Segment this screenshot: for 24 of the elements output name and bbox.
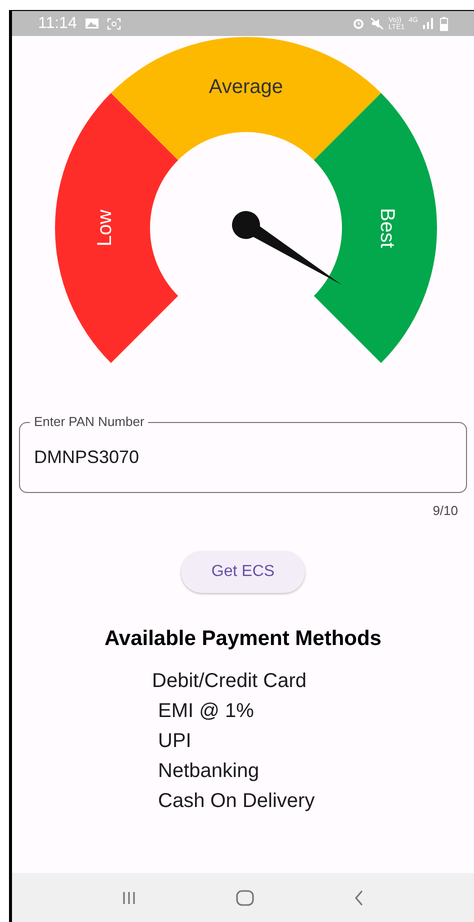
recent-apps-icon[interactable] bbox=[122, 890, 136, 904]
payment-method: EMI @ 1% bbox=[158, 699, 254, 724]
screen-record-icon bbox=[106, 18, 121, 30]
home-icon[interactable] bbox=[236, 890, 254, 906]
gauge-label: Best bbox=[376, 208, 398, 248]
alarm-icon bbox=[352, 17, 366, 30]
get-ecs-button[interactable]: Get ECS bbox=[181, 550, 305, 592]
signal-icon bbox=[422, 18, 434, 29]
gauge-label: Average bbox=[208, 76, 284, 98]
image-icon bbox=[84, 18, 99, 29]
field-label: Enter PAN Number bbox=[33, 414, 146, 430]
payment-method: Netbanking bbox=[158, 759, 260, 784]
status-time: 11:14 bbox=[38, 16, 77, 32]
field-value: DMNPS3070 bbox=[34, 446, 140, 468]
mute-icon bbox=[370, 17, 384, 30]
payment-method: Cash On Delivery bbox=[158, 789, 315, 814]
pan-input-field[interactable]: Enter PAN Number DMNPS3070 bbox=[19, 414, 467, 493]
payment-method: Debit/Credit Card bbox=[152, 669, 307, 694]
payment-method: UPI bbox=[158, 729, 192, 754]
character-counter: 9/10 bbox=[432, 502, 458, 520]
battery-icon bbox=[440, 16, 448, 30]
gauge-label: Low bbox=[94, 210, 116, 246]
back-icon[interactable] bbox=[354, 890, 364, 906]
section-heading: Available Payment Methods bbox=[104, 626, 382, 652]
